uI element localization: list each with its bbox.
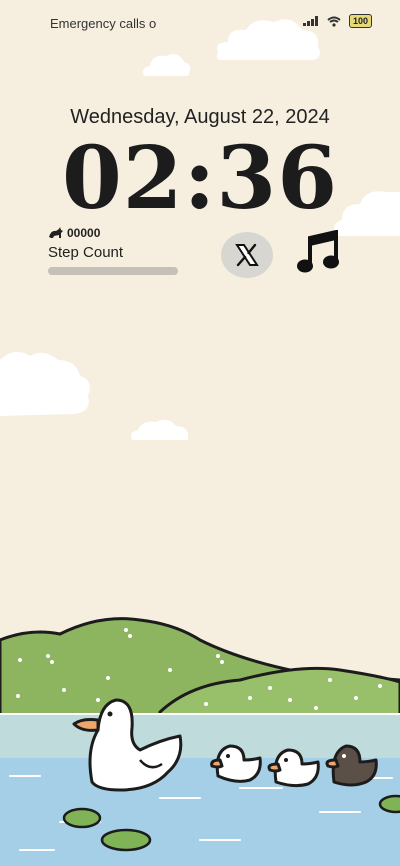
step-count-value: 00000 xyxy=(67,226,101,240)
lily-pad xyxy=(378,794,400,814)
lily-pad xyxy=(62,807,102,829)
x-logo-icon xyxy=(235,243,259,267)
music-widget[interactable] xyxy=(296,229,340,281)
music-note-icon xyxy=(297,229,339,273)
x-app-widget[interactable] xyxy=(221,232,273,278)
cloud-left-middle xyxy=(0,351,90,416)
cloud-small-middle xyxy=(130,419,189,440)
lily-pad xyxy=(100,828,152,852)
step-count-widget[interactable]: 00000 Step Count xyxy=(48,226,183,275)
cloud-small-top xyxy=(142,54,191,76)
status-bar: Emergency calls o 100 xyxy=(0,0,400,44)
battery-icon: 100 xyxy=(348,14,372,28)
wifi-icon xyxy=(327,16,341,27)
cloud-top-right xyxy=(216,19,320,60)
step-count-label: Step Count xyxy=(48,244,124,261)
carrier-text: Emergency calls o xyxy=(50,16,157,31)
cat-icon xyxy=(49,227,63,238)
lock-clock: 02:36 xyxy=(61,128,339,229)
step-progress-bar xyxy=(48,267,178,275)
lock-date: Wednesday, August 22, 2024 xyxy=(70,106,330,128)
duck-pond-illustration xyxy=(0,617,400,866)
